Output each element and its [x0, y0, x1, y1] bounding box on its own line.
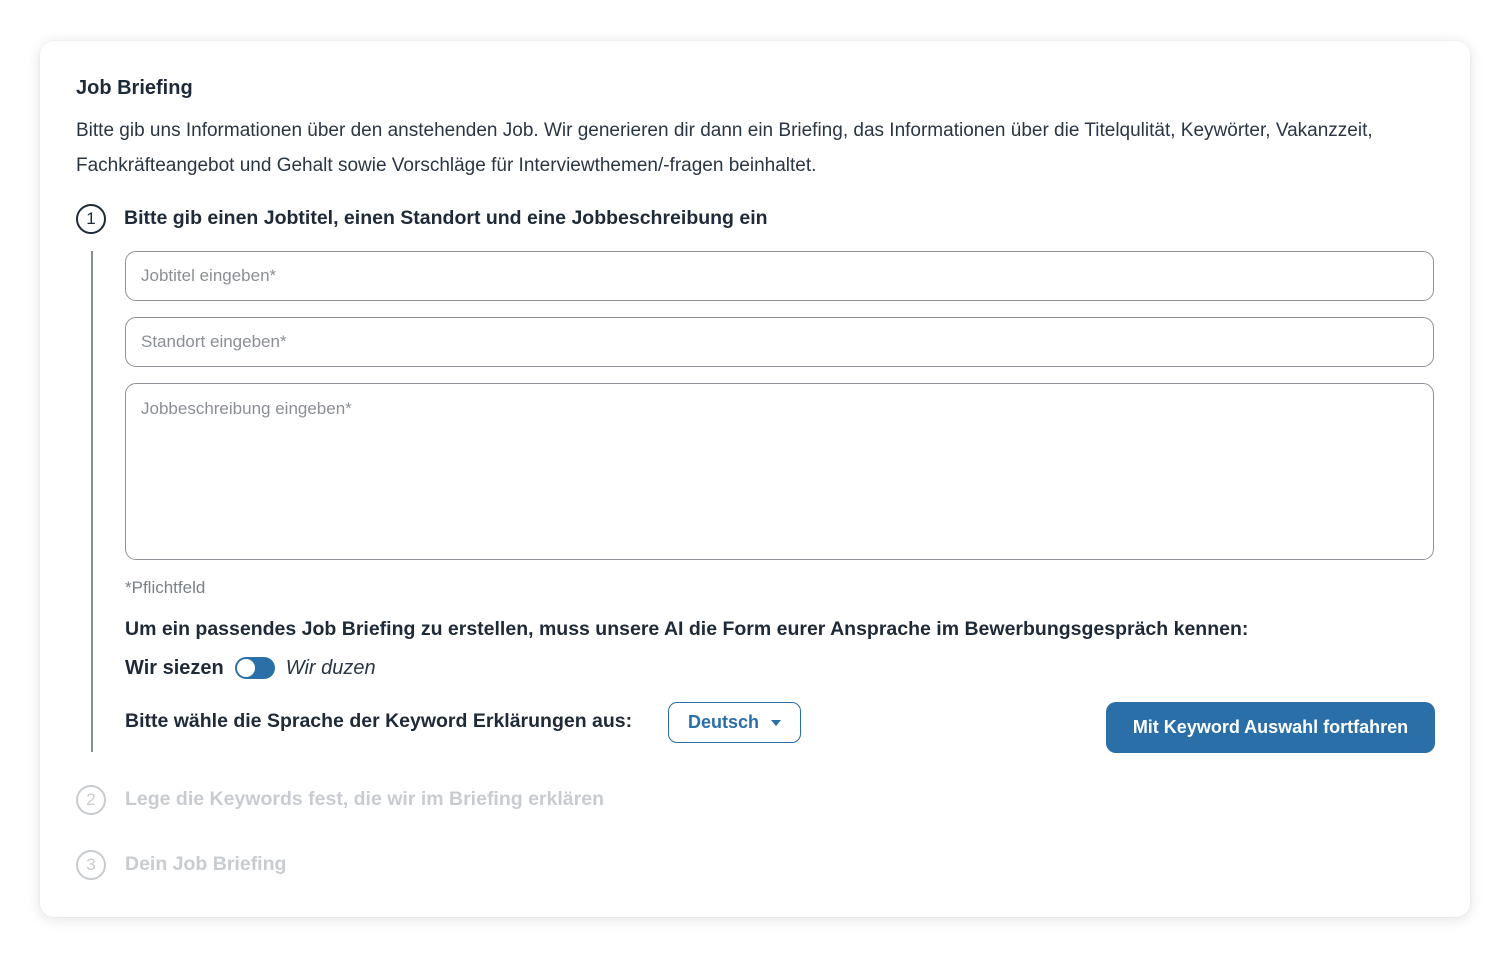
language-select[interactable]: Deutsch	[668, 702, 801, 743]
caret-down-icon	[771, 719, 781, 726]
intro-text: Bitte gib uns Informationen über den ans…	[76, 120, 1373, 176]
language-label: Bitte wähle die Sprache der Keyword Erkl…	[125, 710, 633, 732]
language-select-value: Deutsch	[687, 712, 759, 732]
address-form-question: Um ein passendes Job Briefing zu erstell…	[125, 618, 1249, 640]
step-1-title: Bitte gib einen Jobtitel, einen Standort…	[124, 207, 768, 229]
job-briefing-card: Job Briefing Bitte gib uns Informationen…	[40, 41, 1470, 917]
address-form-toggle[interactable]	[234, 657, 275, 679]
step-2-title[interactable]: Lege die Keywords fest, die wir im Brief…	[125, 788, 604, 811]
step-1-indicator: 1	[76, 204, 106, 234]
page-title: Job Briefing	[76, 77, 193, 99]
toggle-label-siezen: Wir siezen	[125, 656, 224, 679]
required-field-note: *Pflichtfeld	[125, 578, 206, 597]
continue-keyword-selection-button[interactable]: Mit Keyword Auswahl fortfahren	[1106, 702, 1435, 753]
address-form-toggle-row: Wir siezen Wir duzen	[125, 655, 376, 681]
job-description-textarea[interactable]	[125, 383, 1434, 560]
step-3-indicator: 3	[76, 850, 106, 880]
location-input[interactable]	[125, 317, 1434, 367]
jobtitle-input[interactable]	[125, 251, 1434, 301]
toggle-knob	[236, 659, 255, 677]
step-3-title[interactable]: Dein Job Briefing	[125, 853, 286, 876]
step-1-connector-line	[91, 251, 93, 752]
step-2-indicator: 2	[76, 785, 106, 815]
toggle-label-duzen: Wir duzen	[285, 656, 376, 679]
